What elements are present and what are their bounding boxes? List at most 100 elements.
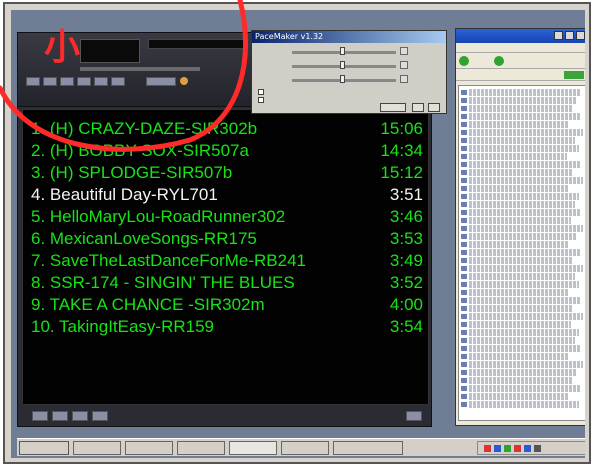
speed-spinner[interactable] xyxy=(400,75,408,83)
tray-icon[interactable] xyxy=(534,445,541,452)
tray-icon[interactable] xyxy=(524,445,531,452)
playlist-item[interactable]: 5. HelloMaryLou-RoadRunner302 3:46 xyxy=(31,206,423,228)
taskbar-button-active[interactable] xyxy=(229,441,277,455)
taskbar-button[interactable] xyxy=(333,441,403,455)
close-button[interactable] xyxy=(576,31,585,40)
file-list-item[interactable] xyxy=(469,153,567,160)
taskbar-button[interactable] xyxy=(125,441,173,455)
file-list-item[interactable] xyxy=(469,329,579,336)
reset-button[interactable] xyxy=(380,103,406,112)
file-list-item[interactable] xyxy=(469,393,569,400)
playlist-item-current[interactable]: 4. Beautiful Day-RYL701 3:51 xyxy=(31,184,423,206)
option-checkbox-2[interactable] xyxy=(258,97,264,103)
file-list-item[interactable] xyxy=(469,273,575,280)
tempo-spinner[interactable] xyxy=(400,47,408,55)
file-list-item[interactable] xyxy=(469,217,571,224)
file-list-item[interactable] xyxy=(469,137,575,144)
file-list-item[interactable] xyxy=(469,161,581,168)
file-list-item[interactable] xyxy=(469,361,583,368)
playlist-item[interactable]: 8. SSR-174 - SINGIN' THE BLUES 3:52 xyxy=(31,272,423,294)
stop-button[interactable] xyxy=(77,77,91,86)
playlist-item[interactable]: 9. TAKE A CHANCE -SIR302m 4:00 xyxy=(31,294,423,316)
file-list-item[interactable] xyxy=(469,193,579,200)
option-checkbox-1[interactable] xyxy=(258,89,264,95)
seek-slider[interactable] xyxy=(80,67,200,71)
file-list-item[interactable] xyxy=(469,345,581,352)
track-title: 1. (H) CRAZY-DAZE-SIR302b xyxy=(31,119,258,138)
taskbar xyxy=(17,438,585,456)
playlist-list-button[interactable] xyxy=(406,411,422,421)
file-list-item[interactable] xyxy=(469,401,579,408)
shuffle-repeat-button[interactable] xyxy=(146,77,176,86)
file-list-item[interactable] xyxy=(469,377,573,384)
file-list-item[interactable] xyxy=(469,177,583,184)
maximize-button[interactable] xyxy=(565,31,574,40)
file-list-item[interactable] xyxy=(469,89,581,96)
file-list-item[interactable] xyxy=(469,145,579,152)
playlist-item[interactable]: 1. (H) CRAZY-DAZE-SIR302b 15:06 xyxy=(31,118,423,140)
file-list-item[interactable] xyxy=(469,113,581,120)
file-list-item[interactable] xyxy=(469,353,569,360)
tempo-slider-thumb[interactable] xyxy=(340,47,345,55)
track-title: 9. TAKE A CHANCE -SIR302m xyxy=(31,295,265,314)
forward-icon[interactable] xyxy=(494,56,504,66)
playlist-item[interactable]: 3. (H) SPLODGE-SIR507b 15:12 xyxy=(31,162,423,184)
previous-button[interactable] xyxy=(26,77,40,86)
track-title: 8. SSR-174 - SINGIN' THE BLUES xyxy=(31,273,295,292)
playlist-select-button[interactable] xyxy=(72,411,88,421)
tray-icon[interactable] xyxy=(494,445,501,452)
pitch-slider-thumb[interactable] xyxy=(340,61,345,69)
about-button[interactable] xyxy=(428,103,440,112)
pitch-spinner[interactable] xyxy=(400,61,408,69)
eject-button[interactable] xyxy=(111,77,125,86)
file-list-item[interactable] xyxy=(469,185,569,192)
tray-icon[interactable] xyxy=(514,445,521,452)
taskbar-button[interactable] xyxy=(73,441,121,455)
tray-icon[interactable] xyxy=(484,445,491,452)
file-list-item[interactable] xyxy=(469,369,577,376)
file-list-item[interactable] xyxy=(469,265,583,272)
file-list-item[interactable] xyxy=(469,305,573,312)
playlist-item[interactable]: 2. (H) BOBBY SOX-SIR507a 14:34 xyxy=(31,140,423,162)
file-list-item[interactable] xyxy=(469,297,581,304)
speed-slider-thumb[interactable] xyxy=(340,75,345,83)
file-list-item[interactable] xyxy=(469,289,569,296)
play-button[interactable] xyxy=(43,77,57,86)
go-button[interactable] xyxy=(564,71,584,79)
explorer-menu-bar[interactable] xyxy=(456,43,585,53)
file-list-item[interactable] xyxy=(469,249,581,256)
playlist-item[interactable]: 6. MexicanLoveSongs-RR175 3:53 xyxy=(31,228,423,250)
next-button[interactable] xyxy=(94,77,108,86)
file-list-item[interactable] xyxy=(469,105,573,112)
file-list-item[interactable] xyxy=(469,129,583,136)
file-list-item[interactable] xyxy=(469,121,569,128)
file-list-item[interactable] xyxy=(469,241,569,248)
file-list-item[interactable] xyxy=(469,169,573,176)
taskbar-button[interactable] xyxy=(281,441,329,455)
playlist-item[interactable]: 10. TakingItEasy-RR159 3:54 xyxy=(31,316,423,338)
track-duration: 3:53 xyxy=(389,229,423,248)
help-button[interactable] xyxy=(412,103,424,112)
playlist-remove-button[interactable] xyxy=(52,411,68,421)
file-list-item[interactable] xyxy=(469,281,579,288)
minimize-button[interactable] xyxy=(554,31,563,40)
back-icon[interactable] xyxy=(459,56,469,66)
file-list-item[interactable] xyxy=(469,313,583,320)
file-list-item[interactable] xyxy=(469,385,581,392)
file-list-item[interactable] xyxy=(469,201,575,208)
file-list-item[interactable] xyxy=(469,225,583,232)
playlist-misc-button[interactable] xyxy=(92,411,108,421)
pause-button[interactable] xyxy=(60,77,74,86)
taskbar-button[interactable] xyxy=(177,441,225,455)
file-list-item[interactable] xyxy=(469,233,577,240)
address-bar[interactable] xyxy=(456,69,585,81)
start-button[interactable] xyxy=(19,441,69,455)
file-list-item[interactable] xyxy=(469,321,571,328)
playlist-item[interactable]: 7. SaveTheLastDanceForMe-RB241 3:49 xyxy=(31,250,423,272)
file-list-item[interactable] xyxy=(469,257,573,264)
file-list-item[interactable] xyxy=(469,337,575,344)
tray-icon[interactable] xyxy=(504,445,511,452)
file-list-item[interactable] xyxy=(469,97,577,104)
file-list-item[interactable] xyxy=(469,209,581,216)
playlist-add-button[interactable] xyxy=(32,411,48,421)
